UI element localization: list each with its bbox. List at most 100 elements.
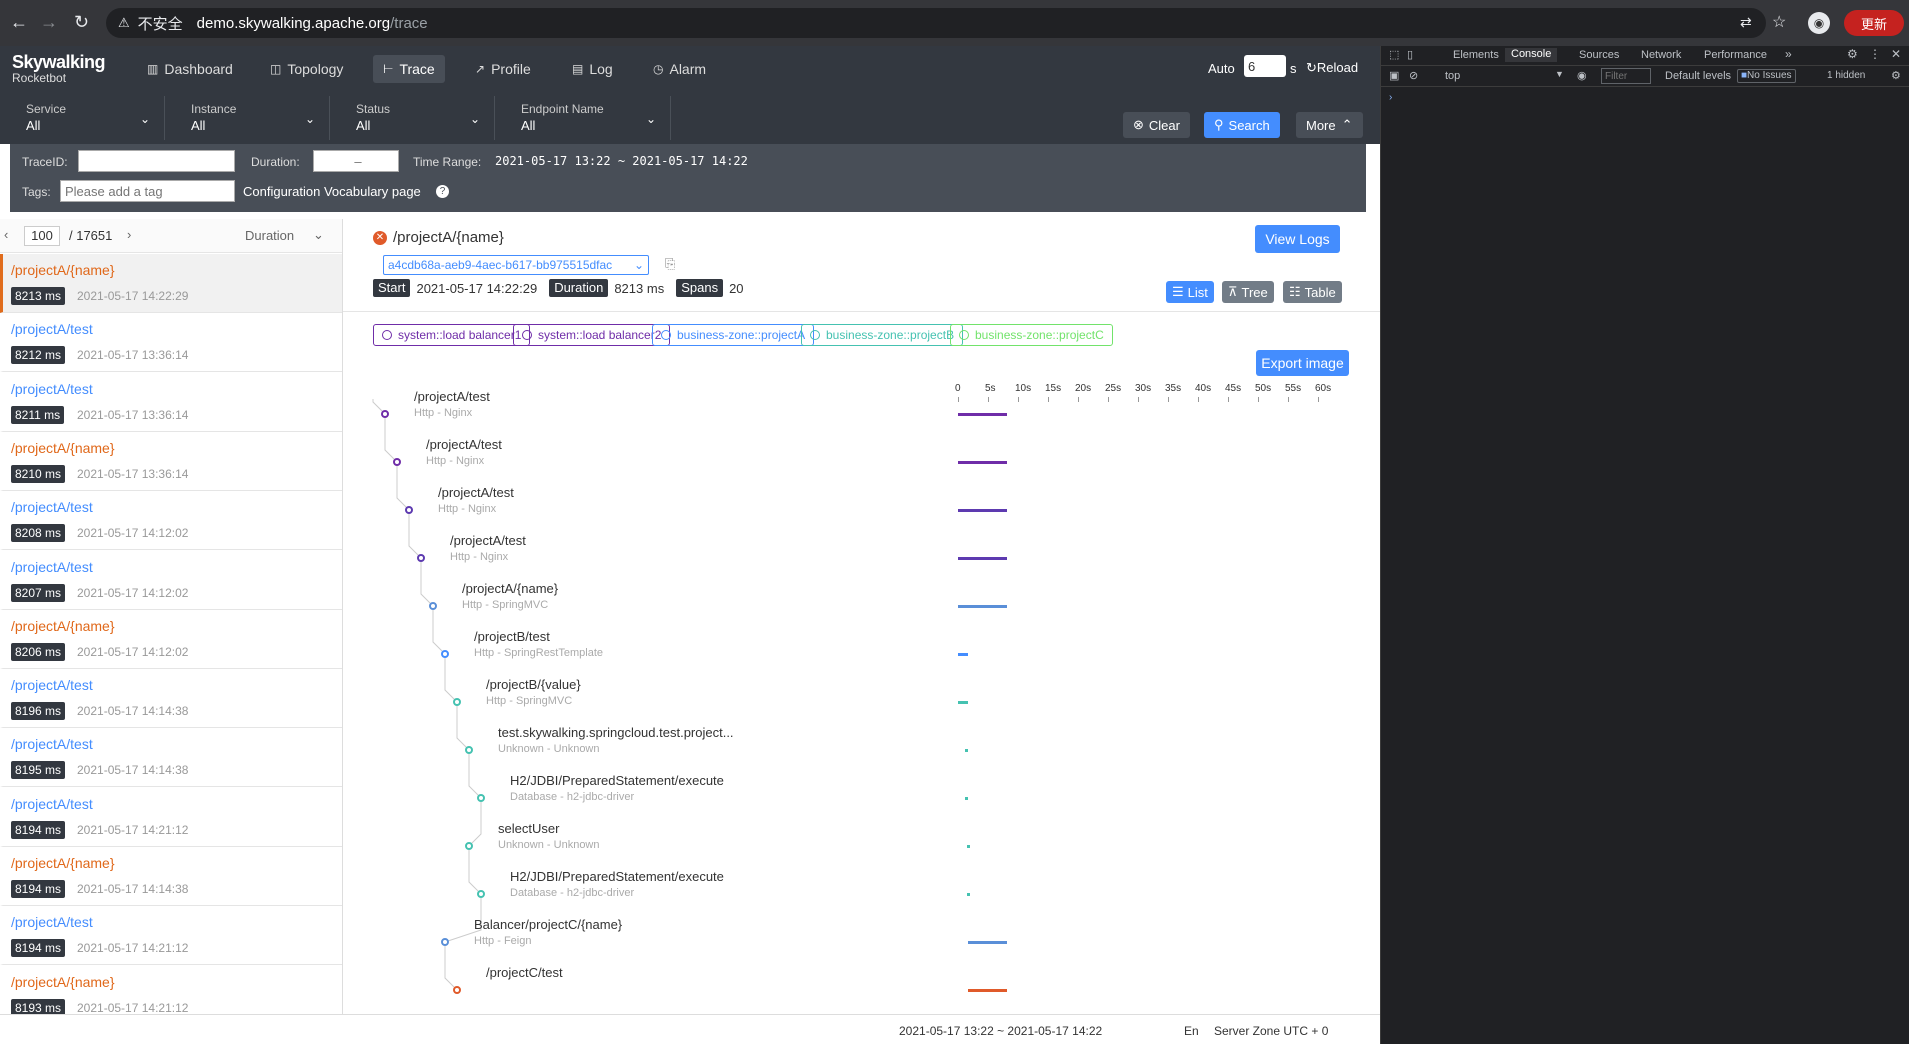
refresh-icon[interactable]: ↻ [74, 12, 89, 33]
time-range-value[interactable]: 2021-05-17 13:22 ~ 2021-05-17 14:22 [495, 154, 748, 168]
span-duration-bar[interactable] [958, 461, 1008, 464]
span-node[interactable] [465, 842, 473, 850]
span-row[interactable]: selectUser Unknown - Unknown [498, 821, 600, 851]
span-row[interactable]: /projectA/test Http - Nginx [414, 389, 490, 419]
auto-refresh-input[interactable] [1244, 55, 1286, 77]
next-page-icon[interactable]: › [127, 227, 131, 242]
trace-list-item[interactable]: /projectA/test 8211 ms 2021-05-17 13:36:14 [0, 373, 342, 432]
view-table-button[interactable]: ☷ Table [1283, 281, 1342, 303]
span-duration-bar[interactable] [967, 845, 970, 848]
trace-list-item[interactable]: /projectA/{name} 8206 ms 2021-05-17 14:12:… [0, 610, 342, 669]
span-duration-bar[interactable] [958, 653, 968, 656]
translate-icon[interactable]: ⇄ [1740, 14, 1752, 31]
span-duration-bar[interactable] [967, 941, 1008, 944]
span-row[interactable]: /projectA/test Http - Nginx [438, 485, 514, 515]
trace-list-item[interactable]: /projectA/test 8196 ms 2021-05-17 14:14:38 [0, 669, 342, 729]
span-row[interactable]: /projectA/{name} Http - SpringMVC [462, 581, 558, 611]
span-duration-bar[interactable] [967, 893, 970, 896]
address-bar[interactable]: ⚠ 不安全 demo.skywalking.apache.org/trace [106, 8, 1766, 38]
sidebar-toggle-icon[interactable]: ▣ [1389, 69, 1399, 82]
span-duration-bar[interactable] [958, 557, 1008, 560]
span-node[interactable] [429, 602, 437, 610]
duration-input[interactable] [313, 150, 399, 172]
service-legend-item[interactable]: business-zone::projectA [652, 324, 815, 346]
span-duration-bar[interactable] [958, 509, 1008, 512]
clear-button[interactable]: ⊗ Clear [1123, 112, 1190, 138]
span-node[interactable] [453, 698, 461, 706]
traceid-input[interactable] [78, 150, 235, 172]
span-node[interactable] [477, 890, 485, 898]
trace-list-item[interactable]: /projectA/test 8194 ms 2021-05-17 14:21:12 [0, 788, 342, 847]
context-select[interactable]: top [1445, 70, 1460, 82]
trace-list-item[interactable]: /projectA/test 8194 ms 2021-05-17 14:21:12 [0, 906, 342, 966]
export-image-button[interactable]: Export image [1256, 350, 1349, 376]
devtools-tab-performance[interactable]: Performance [1704, 49, 1767, 61]
inspect-icon[interactable]: ⬚ [1389, 48, 1399, 61]
profile-avatar-icon[interactable]: ◉ [1808, 12, 1830, 34]
language-toggle[interactable]: En [1184, 1024, 1199, 1038]
trace-list-item[interactable]: /projectA/test 8212 ms 2021-05-17 13:36:14 [0, 313, 342, 373]
kebab-menu-icon[interactable]: ⋮ [1869, 47, 1881, 61]
console-settings-icon[interactable]: ⚙ [1891, 69, 1901, 82]
span-duration-bar[interactable] [958, 701, 968, 704]
span-node[interactable] [381, 410, 389, 418]
update-button[interactable]: 更新 [1844, 10, 1904, 36]
span-row[interactable]: H2/JDBI/PreparedStatement/execute Databas… [510, 869, 724, 899]
status-time-range[interactable]: 2021-05-17 13:22 ~ 2021-05-17 14:22 [899, 1024, 1102, 1038]
span-node[interactable] [465, 746, 473, 754]
devtools-tab-sources[interactable]: Sources [1579, 49, 1619, 61]
trace-list-item[interactable]: /projectA/{name} 8213 ms 2021-05-17 14:22:… [0, 254, 342, 313]
nav-topology[interactable]: ◫ Topology [260, 55, 353, 83]
span-row[interactable]: /projectC/test [486, 965, 563, 983]
vocabulary-link[interactable]: Configuration Vocabulary page [243, 184, 421, 199]
copy-icon[interactable]: ⎘ [665, 256, 675, 272]
trace-list-item[interactable]: /projectA/test 8195 ms 2021-05-17 14:14:38 [0, 728, 342, 788]
span-row[interactable]: Balancer/projectC/{name} Http - Feign [474, 917, 622, 947]
issues-badge[interactable]: ■No Issues [1737, 69, 1796, 83]
nav-trace[interactable]: ⊢ Trace [373, 55, 445, 83]
console-filter-input[interactable] [1601, 68, 1651, 84]
levels-select[interactable]: Default levels [1665, 70, 1731, 82]
trace-id-select[interactable]: a4cdb68a-aeb9-4aec-b617-bb975515dfac ⌄ [383, 255, 649, 275]
service-select[interactable]: Service All ⌄ [0, 96, 165, 140]
console-prompt-icon[interactable]: › [1389, 92, 1392, 103]
search-button[interactable]: ⚲ Search [1204, 112, 1280, 138]
span-row[interactable]: H2/JDBI/PreparedStatement/execute Databas… [510, 773, 724, 803]
devtools-tab-network[interactable]: Network [1641, 49, 1681, 61]
span-node[interactable] [441, 938, 449, 946]
span-node[interactable] [405, 506, 413, 514]
view-tree-button[interactable]: ⊼ Tree [1222, 281, 1274, 303]
span-row[interactable]: test.skywalking.springcloud.test.project… [498, 725, 734, 755]
view-logs-button[interactable]: View Logs [1255, 225, 1340, 253]
device-icon[interactable]: ▯ [1407, 48, 1413, 61]
reload-button[interactable]: ↻Reload [1306, 60, 1358, 76]
span-node[interactable] [417, 554, 425, 562]
devtools-tab-console[interactable]: Console [1505, 48, 1558, 62]
span-node[interactable] [453, 986, 461, 994]
service-legend-item[interactable]: business-zone::projectC [950, 324, 1113, 346]
endpoint-select[interactable]: Endpoint Name All ⌄ [495, 96, 671, 140]
service-legend-item[interactable]: system::load balancer2 [513, 324, 671, 346]
trace-list-item[interactable]: /projectA/test 8208 ms 2021-05-17 14:12:02 [0, 491, 342, 551]
nav-log[interactable]: ▤ Log [562, 55, 623, 83]
tags-input[interactable] [60, 180, 235, 202]
span-node[interactable] [393, 458, 401, 466]
status-select[interactable]: Status All ⌄ [330, 96, 495, 140]
span-row[interactable]: /projectA/test Http - Nginx [426, 437, 502, 467]
trace-list-item[interactable]: /projectA/{name} 8194 ms 2021-05-17 14:14:… [0, 847, 342, 906]
view-list-button[interactable]: ☰ List [1166, 281, 1214, 303]
forward-icon[interactable]: → [40, 12, 58, 33]
prev-page-icon[interactable]: ‹ [4, 227, 8, 242]
service-legend-item[interactable]: business-zone::projectB [801, 324, 964, 346]
page-input[interactable]: 100 [24, 226, 60, 246]
span-duration-bar[interactable] [964, 797, 968, 800]
instance-select[interactable]: Instance All ⌄ [165, 96, 330, 140]
service-legend-item[interactable]: system::load balancer1 [373, 324, 531, 346]
span-row[interactable]: /projectB/test Http - SpringRestTemplate [474, 629, 603, 659]
span-node[interactable] [441, 650, 449, 658]
eye-icon[interactable]: ◉ [1577, 69, 1587, 82]
nav-alarm[interactable]: ◷ Alarm [643, 55, 716, 83]
span-duration-bar[interactable] [958, 413, 1008, 416]
span-duration-bar[interactable] [964, 749, 968, 752]
more-button[interactable]: More ⌃ [1296, 112, 1363, 138]
